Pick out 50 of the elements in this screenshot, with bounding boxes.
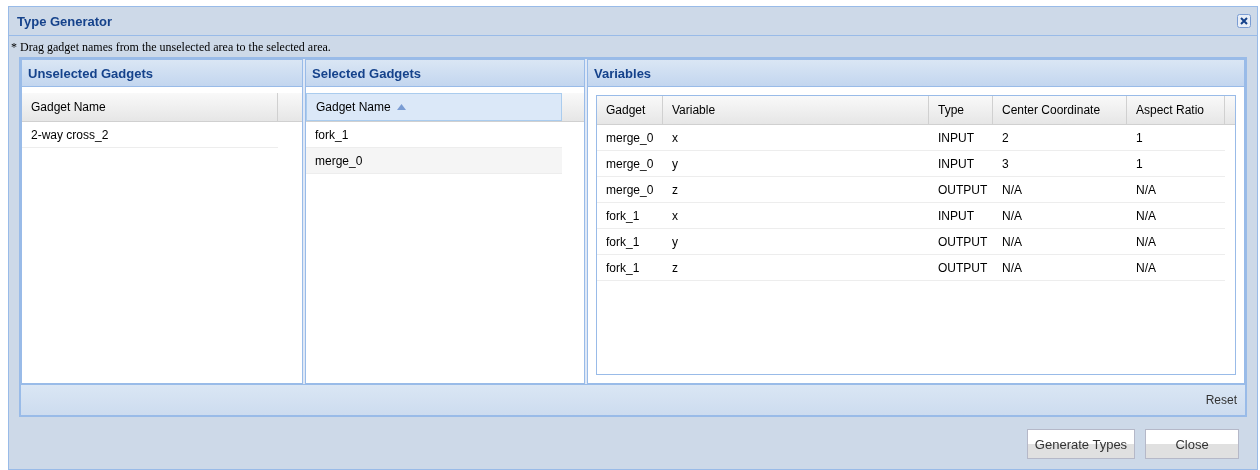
table-cell: y [672,234,678,249]
column-header[interactable]: Gadget Name [306,93,562,121]
table-cell: N/A [1002,208,1022,223]
panel-title: Selected Gadgets [306,60,584,87]
hint-text: * Drag gadget names from the unselected area to the selected area. [10,39,332,56]
column-header[interactable]: Gadget [606,103,646,117]
table-cell: N/A [1136,208,1156,223]
reset-link[interactable]: Reset [1205,393,1237,407]
table-cell: merge_0 [606,182,654,197]
panel-title: Variables [588,60,1244,87]
table-cell: z [672,182,678,197]
table-cell: OUTPUT [938,260,988,275]
column-label: Gadget Name [316,100,391,114]
table-cell: N/A [1136,182,1156,197]
table-cell: N/A [1002,182,1022,197]
table-cell: INPUT [938,156,974,171]
table-cell: merge_0 [606,130,654,145]
table-cell: y [672,156,678,171]
table-cell: merge_0 [606,156,654,171]
table-cell: OUTPUT [938,234,988,249]
column-header[interactable]: Variable [672,103,716,117]
column-header[interactable]: Aspect Ratio [1136,103,1205,117]
column-header[interactable]: Center Coordinate [1002,103,1101,117]
close-icon[interactable] [1237,14,1251,28]
table-cell: fork_1 [606,208,640,223]
table-cell: fork_1 [606,234,640,249]
table-cell: 1 [1136,156,1143,171]
table-cell: x [672,208,678,223]
window-title: Type Generator [17,13,113,29]
table-cell: N/A [1136,260,1156,275]
gadget-row[interactable]: 2-way cross_2 [22,122,118,147]
table-cell: N/A [1002,260,1022,275]
table-cell: OUTPUT [938,182,988,197]
gadget-row[interactable]: fork_1 [306,122,358,147]
table-cell: INPUT [938,130,974,145]
table-cell: z [672,260,678,275]
column-label: Gadget Name [31,100,106,114]
panel-title: Unselected Gadgets [22,60,302,87]
generate-button[interactable]: Generate Types [1027,429,1135,459]
table-cell: 3 [1002,156,1009,171]
table-cell: 1 [1136,130,1143,145]
close-button[interactable]: Close [1145,429,1239,459]
table-cell: x [672,130,678,145]
sort-icon [396,104,406,110]
table-cell: N/A [1002,234,1022,249]
table-cell: N/A [1136,234,1156,249]
table-cell: fork_1 [606,260,640,275]
table-cell: INPUT [938,208,974,223]
column-header[interactable]: Type [938,103,964,117]
table-cell: 2 [1002,130,1009,145]
